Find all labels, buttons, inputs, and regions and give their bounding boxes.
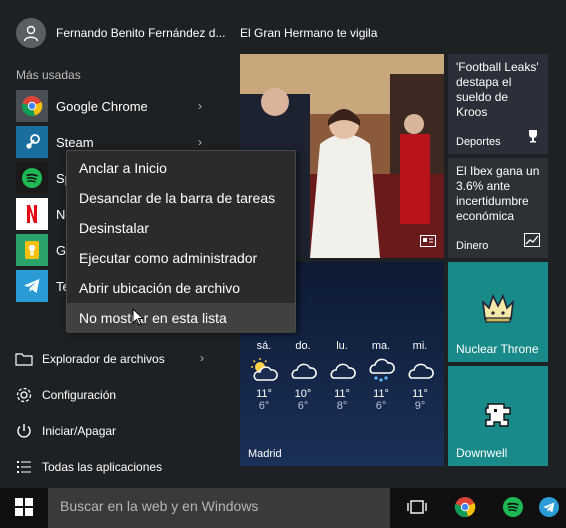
- task-view-button[interactable]: [394, 488, 440, 528]
- app-item-chrome[interactable]: Google Chrome ›: [16, 90, 216, 122]
- forecast-high: 10°: [294, 388, 312, 400]
- tile-sports[interactable]: 'Football Leaks' destapa el sueldo de Kr…: [448, 54, 548, 154]
- partly-sunny-icon: [246, 352, 282, 388]
- gear-icon: [14, 385, 34, 405]
- crown-icon: [480, 292, 516, 327]
- menu-item-dont-show[interactable]: No mostrar en esta lista: [67, 303, 295, 333]
- sidebar-item-all-apps[interactable]: Todas las aplicaciones: [14, 455, 234, 479]
- forecast-high: 11°: [412, 388, 428, 400]
- rain-icon: [363, 352, 399, 388]
- telegram-icon: [538, 496, 560, 521]
- list-icon: [14, 457, 34, 477]
- forecast-low: 6°: [297, 400, 309, 412]
- forecast-high: 11°: [373, 388, 389, 400]
- sidebar-item-file-explorer[interactable]: Explorador de archivos ›: [14, 347, 234, 371]
- forecast-high: 11°: [256, 388, 272, 400]
- sidebar-item-settings[interactable]: Configuración: [14, 383, 234, 407]
- forecast-low: 6°: [258, 400, 270, 412]
- forecast-day-label: sá.: [256, 340, 272, 352]
- forecast-day-label: ma.: [371, 340, 391, 352]
- search-box[interactable]: Buscar en la web y en Windows: [48, 488, 390, 528]
- menu-item-unpin-taskbar[interactable]: Desanclar de la barra de tareas: [67, 183, 295, 213]
- tile-group-title[interactable]: El Gran Hermano te vigila: [240, 26, 377, 40]
- chrome-icon: [454, 496, 476, 521]
- power-icon: [14, 421, 34, 441]
- mouse-cursor-icon: [132, 307, 145, 329]
- forecast-day-label: do.: [295, 340, 311, 352]
- user-account[interactable]: Fernando Benito Fernández d...: [16, 18, 236, 48]
- search-input[interactable]: Buscar en la web y en Windows: [60, 498, 258, 514]
- most-used-heading: Más usadas: [16, 68, 81, 82]
- weather-city: Madrid: [248, 448, 282, 460]
- chevron-right-icon[interactable]: ›: [198, 135, 208, 149]
- start-menu: Fernando Benito Fernández d... Más usada…: [0, 0, 566, 488]
- forecast-day-label: lu.: [336, 340, 348, 352]
- money-label: Dinero: [456, 240, 489, 252]
- trophy-icon: [526, 129, 540, 146]
- forecast-low: 8°: [336, 400, 348, 412]
- forecast-low: 6°: [375, 400, 387, 412]
- downwell-label: Downwell: [456, 446, 508, 460]
- start-button[interactable]: [0, 488, 48, 528]
- sidebar-item-label: Todas las aplicaciones: [42, 460, 163, 474]
- spotify-icon: [502, 496, 524, 521]
- spotify-icon: [16, 162, 48, 194]
- windows-logo-icon: [15, 497, 33, 519]
- cloud-icon: [285, 352, 321, 388]
- forecast-day-label: mi.: [412, 340, 428, 352]
- app-label: Google Chrome: [56, 98, 148, 114]
- user-avatar-icon: [16, 18, 46, 48]
- forecast-day: mi. 11° 9°: [402, 340, 438, 412]
- tile-money[interactable]: El Ibex gana un 3.6% ante incertidumbre …: [448, 158, 548, 258]
- money-headline: El Ibex gana un 3.6% ante incertidumbre …: [456, 164, 540, 223]
- sidebar-item-label: Explorador de archivos: [42, 352, 165, 366]
- sports-headline: 'Football Leaks' destapa el sueldo de Kr…: [456, 60, 539, 119]
- menu-item-uninstall[interactable]: Desinstalar: [67, 213, 295, 243]
- cloud-icon: [324, 352, 360, 388]
- taskbar-telegram[interactable]: [538, 488, 566, 528]
- context-menu: Anclar a Inicio Desanclar de la barra de…: [66, 150, 296, 333]
- chevron-right-icon[interactable]: ›: [200, 351, 210, 365]
- forecast-day: sá. 11° 6°: [246, 340, 282, 412]
- forecast-high: 11°: [334, 388, 350, 400]
- user-name: Fernando Benito Fernández d...: [56, 26, 226, 40]
- forecast-low: 9°: [414, 400, 426, 412]
- netflix-icon: [16, 198, 48, 230]
- menu-item-run-as-admin[interactable]: Ejecutar como administrador: [67, 243, 295, 273]
- chart-icon: [524, 233, 540, 250]
- forecast-day: do. 10° 6°: [285, 340, 321, 412]
- task-view-icon: [407, 499, 427, 518]
- taskbar: Buscar en la web y en Windows: [0, 488, 566, 528]
- news-icon: [420, 235, 436, 250]
- folder-icon: [14, 349, 34, 369]
- taskbar-chrome[interactable]: [442, 488, 488, 528]
- sports-label: Deportes: [456, 136, 501, 148]
- sidebar-item-label: Configuración: [42, 388, 117, 402]
- downwell-character-icon: [482, 400, 514, 433]
- menu-item-pin-to-start[interactable]: Anclar a Inicio: [67, 153, 295, 183]
- sidebar-item-label: Iniciar/Apagar: [42, 424, 117, 438]
- tile-downwell[interactable]: Downwell: [448, 366, 548, 466]
- nuclear-throne-label: Nuclear Throne: [456, 342, 539, 356]
- telegram-icon: [16, 270, 48, 302]
- chrome-icon: [16, 90, 48, 122]
- forecast-day: lu. 11° 8°: [324, 340, 360, 412]
- cloud-icon: [402, 352, 438, 388]
- taskbar-spotify[interactable]: [490, 488, 536, 528]
- app-label: Steam: [56, 134, 94, 150]
- google-keep-icon: [16, 234, 48, 266]
- steam-icon: [16, 126, 48, 158]
- menu-item-open-file-location[interactable]: Abrir ubicación de archivo: [67, 273, 295, 303]
- tile-nuclear-throne[interactable]: Nuclear Throne: [448, 262, 548, 362]
- sidebar-item-power[interactable]: Iniciar/Apagar: [14, 419, 234, 443]
- chevron-right-icon[interactable]: ›: [198, 99, 208, 113]
- forecast-day: ma. 11° 6°: [363, 340, 399, 412]
